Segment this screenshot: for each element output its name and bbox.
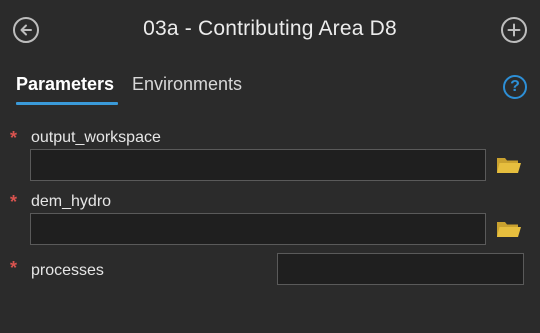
tab-environments-label: Environments: [132, 74, 243, 94]
output-workspace-label: output_workspace: [31, 129, 161, 146]
add-button[interactable]: [501, 17, 527, 43]
processes-input[interactable]: [277, 253, 524, 285]
dem-hydro-input[interactable]: [30, 213, 486, 245]
required-marker: *: [10, 128, 18, 148]
tool-title: 03a - Contributing Area D8: [143, 17, 397, 40]
folder-icon[interactable]: [496, 154, 522, 176]
tab-environments[interactable]: Environments: [132, 74, 242, 95]
processes-label: processes: [31, 262, 104, 279]
help-icon[interactable]: ?: [503, 75, 527, 99]
output-workspace-input[interactable]: [30, 149, 486, 181]
active-tab-indicator: [16, 102, 118, 105]
dem-hydro-label: dem_hydro: [31, 193, 112, 210]
tab-parameters[interactable]: Parameters: [16, 74, 118, 105]
required-marker: *: [10, 192, 18, 212]
help-glyph: ?: [510, 78, 520, 95]
required-marker: *: [10, 258, 18, 278]
folder-icon[interactable]: [496, 218, 522, 240]
tab-parameters-label: Parameters: [16, 74, 115, 94]
tool-header: 03a - Contributing Area D8: [0, 0, 540, 62]
plus-icon: [507, 23, 521, 37]
